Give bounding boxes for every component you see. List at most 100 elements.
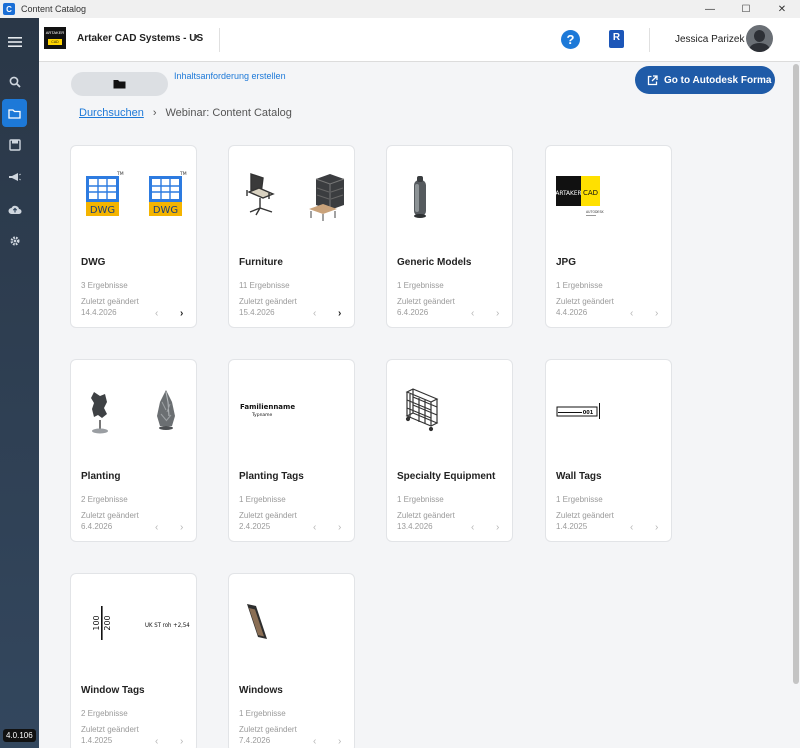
chevron-right-icon[interactable]: › [338, 736, 341, 747]
chevron-right-icon[interactable]: › [338, 522, 341, 533]
cloud-upload-icon [8, 205, 21, 214]
svg-text:Typname: Typname [251, 412, 273, 418]
card-title: Window Tags [81, 685, 145, 696]
card-date: 7.4.2026 [239, 736, 271, 745]
window-title: Content Catalog [21, 4, 87, 14]
card-title: Windows [239, 685, 283, 696]
content-request-link[interactable]: Inhaltsanforderung erstellen [174, 71, 286, 81]
svg-text:TM: TM [116, 171, 124, 177]
svg-text:100: 100 [92, 615, 101, 630]
chevron-left-icon[interactable]: ‹ [471, 522, 474, 533]
category-card-wall-tags[interactable]: 001 Wall Tags 1 Ergebnisse Zuletzt geänd… [545, 359, 672, 542]
company-logo: ARTAKER CAD [44, 27, 66, 49]
chevron-right-icon[interactable]: › [180, 308, 183, 319]
card-title: Planting [81, 471, 121, 482]
maximize-button[interactable]: ☐ [728, 0, 764, 18]
help-icon[interactable]: ? [561, 30, 580, 49]
svg-text:CAD: CAD [583, 189, 598, 197]
card-thumbnail: Familienname Typname [235, 380, 350, 442]
minimize-button[interactable]: — [692, 0, 728, 18]
plant-thumbnail [157, 390, 175, 430]
dwg-file-icon: DWG TM [149, 171, 187, 216]
card-title: Planting Tags [239, 471, 304, 482]
sidebar-item-search[interactable] [2, 68, 27, 96]
close-button[interactable]: ✕ [764, 0, 800, 18]
avatar[interactable] [746, 25, 773, 52]
menu-button[interactable] [2, 28, 27, 56]
chevron-left-icon[interactable]: ‹ [630, 522, 633, 533]
sidebar-item-settings[interactable] [2, 227, 27, 255]
folder-icon [8, 108, 21, 119]
card-date: 2.4.2025 [239, 522, 271, 531]
category-card-window-tags[interactable]: 100 200 UK ST roh +2,54 Window Tags 2 Er… [70, 573, 197, 748]
autodesk-forma-button[interactable]: Go to Autodesk Forma [635, 66, 775, 94]
chevron-left-icon[interactable]: ‹ [313, 308, 316, 319]
office-chair-thumbnail [246, 173, 275, 216]
svg-text:ARTAKER: ARTAKER [555, 189, 581, 197]
category-card-dwg[interactable]: DWG TM DWG TM DWG 3 Ergebnisse Zuletzt g… [70, 145, 197, 328]
company-selector[interactable]: Artaker CAD Systems - US [77, 33, 203, 44]
scrollbar-thumb[interactable] [793, 64, 799, 684]
window-controls: — ☐ ✕ [692, 0, 800, 18]
category-card-generic-models[interactable]: Generic Models 1 Ergebnisse Zuletzt geän… [386, 145, 513, 328]
card-thumbnail: DWG TM DWG TM [77, 166, 192, 228]
chevron-right-icon[interactable]: › [496, 522, 499, 533]
chevron-right-icon[interactable]: › [496, 308, 499, 319]
category-card-specialty-equipment[interactable]: Specialty Equipment 1 Ergebnisse Zuletzt… [386, 359, 513, 542]
user-name[interactable]: Jessica Parizek [675, 34, 744, 45]
card-title: Generic Models [397, 257, 472, 268]
chevron-right-icon[interactable]: › [180, 736, 183, 747]
card-changed-label: Zuletzt geändert [239, 725, 297, 734]
svg-text:UK ST roh +2,54: UK ST roh +2,54 [145, 622, 190, 629]
breadcrumb-current: Webinar: Content Catalog [165, 107, 292, 119]
category-card-windows[interactable]: Windows 1 Ergebnisse Zuletzt geändert 7.… [228, 573, 355, 748]
save-icon [8, 139, 21, 151]
category-card-planting[interactable]: Planting 2 Ergebnisse Zuletzt geändert 6… [70, 359, 197, 542]
chevron-right-icon[interactable]: › [655, 308, 658, 319]
scrollbar[interactable] [792, 62, 800, 748]
sidebar-item-saved[interactable] [2, 131, 27, 159]
category-card-jpg[interactable]: ARTAKER CAD AUTODESK JPG 1 Ergebnisse Zu… [545, 145, 672, 328]
chevron-down-icon[interactable]: ▼ [193, 34, 200, 41]
app-icon: C [3, 3, 15, 15]
card-result-count: 2 Ergebnisse [81, 495, 128, 504]
chevron-left-icon[interactable]: ‹ [471, 308, 474, 319]
chevron-right-icon[interactable]: › [180, 522, 183, 533]
card-title: Specialty Equipment [397, 471, 496, 482]
sidebar-item-upload[interactable] [2, 195, 27, 223]
breadcrumb-root[interactable]: Durchsuchen [79, 107, 144, 119]
card-result-count: 2 Ergebnisse [81, 709, 128, 718]
menu-icon [7, 37, 22, 47]
chevron-left-icon[interactable]: ‹ [155, 522, 158, 533]
chevron-left-icon[interactable]: ‹ [313, 522, 316, 533]
card-date: 13.4.2026 [397, 522, 433, 531]
folder-button[interactable] [71, 72, 168, 96]
card-thumbnail: ARTAKER CAD AUTODESK [552, 166, 667, 228]
svg-text:TM: TM [179, 171, 187, 177]
chevron-left-icon[interactable]: ‹ [313, 736, 316, 747]
card-title: DWG [81, 257, 106, 268]
card-result-count: 1 Ergebnisse [556, 281, 603, 290]
card-title: Wall Tags [556, 471, 602, 482]
sidebar-item-browse[interactable] [2, 99, 27, 127]
category-card-planting-tags[interactable]: Familienname Typname Planting Tags 1 Erg… [228, 359, 355, 542]
folder-icon [113, 80, 126, 89]
svg-text:200: 200 [103, 615, 112, 630]
sidebar-item-announcements[interactable] [2, 163, 27, 191]
svg-text:DWG: DWG [153, 205, 178, 216]
chevron-right-icon[interactable]: › [338, 308, 341, 319]
card-date: 6.4.2026 [81, 522, 113, 531]
window-titlebar: C Content Catalog — ☐ ✕ [0, 0, 800, 18]
card-changed-label: Zuletzt geändert [239, 297, 297, 306]
chevron-right-icon[interactable]: › [655, 522, 658, 533]
revit-icon[interactable]: R [609, 30, 624, 48]
card-date: 14.4.2026 [81, 308, 117, 317]
chevron-left-icon[interactable]: ‹ [630, 308, 633, 319]
card-result-count: 3 Ergebnisse [81, 281, 128, 290]
chevron-left-icon[interactable]: ‹ [155, 736, 158, 747]
card-result-count: 1 Ergebnisse [239, 709, 286, 718]
category-card-furniture[interactable]: Furniture 11 Ergebnisse Zuletzt geändert… [228, 145, 355, 328]
card-changed-label: Zuletzt geändert [556, 511, 614, 520]
card-result-count: 1 Ergebnisse [556, 495, 603, 504]
chevron-left-icon[interactable]: ‹ [155, 308, 158, 319]
